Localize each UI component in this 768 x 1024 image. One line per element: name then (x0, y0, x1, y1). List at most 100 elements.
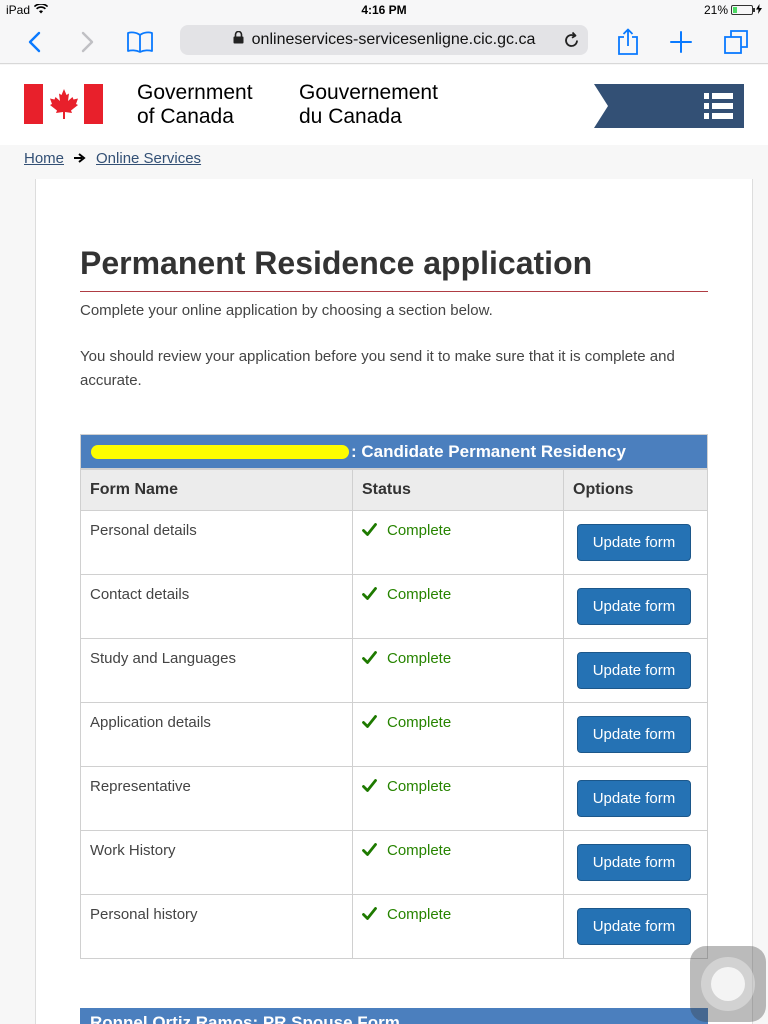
gov-en-line1: Government (137, 81, 253, 104)
form-name: Personal history (90, 906, 198, 923)
assistive-touch-button[interactable] (690, 946, 766, 1022)
table-row: Work History Complete Update form (80, 830, 708, 895)
options-cell: Update form (563, 702, 708, 767)
update-form-button[interactable]: Update form (577, 524, 691, 561)
status-cell: Complete (352, 766, 564, 831)
clock: 4:16 PM (361, 3, 407, 17)
gov-fr-line2: du Canada (299, 105, 402, 128)
gov-fr-line1: Gouvernement (299, 81, 438, 104)
table-row: Representative Complete Update form (80, 766, 708, 831)
form-name: Study and Languages (90, 650, 236, 667)
status-text: Complete (387, 714, 452, 731)
government-name-fr: Gouvernement du Canada (299, 81, 438, 129)
checkmark-icon (362, 779, 377, 797)
charging-icon (756, 3, 762, 17)
table-header-row: Form Name Status Options (80, 469, 708, 511)
forward-icon[interactable] (72, 26, 104, 58)
title-divider (80, 291, 708, 292)
table-row: Application details Complete Update form (80, 702, 708, 767)
update-form-button[interactable]: Update form (577, 588, 691, 625)
options-cell: Update form (563, 638, 708, 703)
status-text: Complete (387, 906, 452, 923)
status-text: Complete (387, 522, 452, 539)
form-name: Contact details (90, 586, 190, 603)
battery-fill (733, 7, 737, 13)
form-name: Personal details (90, 522, 197, 539)
form-name-cell: Study and Languages (80, 638, 353, 703)
column-header-form-name: Form Name (80, 469, 353, 511)
form-name-cell: Representative (80, 766, 353, 831)
status-cell: Complete (352, 894, 564, 959)
update-form-button[interactable]: Update form (577, 780, 691, 817)
form-name: Work History (90, 842, 176, 859)
browser-toolbar: onlineservices-servicesenligne.cic.gc.ca (0, 20, 768, 64)
table-row: Personal history Complete Update form (80, 894, 708, 959)
back-icon[interactable] (18, 26, 50, 58)
breadcrumb: Home Online Services (24, 150, 201, 167)
ios-status-bar: iPad 4:16 PM 21% (0, 0, 768, 20)
url-text: onlineservices-servicesenligne.cic.gc.ca (251, 31, 536, 48)
form-name-cell: Work History (80, 830, 353, 895)
status-cell: Complete (352, 830, 564, 895)
options-cell: Update form (563, 830, 708, 895)
status-text: Complete (387, 650, 452, 667)
intro-text: Complete your online application by choo… (80, 302, 493, 319)
application-section: : Candidate Permanent Residency Form Nam… (80, 434, 708, 959)
application-heading-text: : Candidate Permanent Residency (351, 441, 626, 461)
checkmark-icon (362, 843, 377, 861)
status-text: Complete (387, 842, 452, 859)
table-row: Contact details Complete Update form (80, 574, 708, 639)
next-application-heading: Ronnel Ortiz Ramos: PR Spouse Form (80, 1008, 708, 1024)
options-cell: Update form (563, 766, 708, 831)
update-form-button[interactable]: Update form (577, 908, 691, 945)
menu-button[interactable] (594, 84, 744, 128)
breadcrumb-online-services-link[interactable]: Online Services (96, 150, 201, 167)
form-name: Representative (90, 778, 191, 795)
tabs-icon[interactable] (720, 26, 752, 58)
options-cell: Update form (563, 894, 708, 959)
address-bar[interactable]: onlineservices-servicesenligne.cic.gc.ca (180, 25, 588, 55)
canada-flag-icon[interactable] (24, 84, 103, 124)
application-heading: : Candidate Permanent Residency (80, 434, 708, 469)
gov-en-line2: of Canada (137, 105, 234, 128)
government-name-en: Government of Canada (137, 81, 253, 129)
column-header-status: Status (352, 469, 564, 511)
table-row: Study and Languages Complete Update form (80, 638, 708, 703)
forms-table: Form Name Status Options Personal detail… (80, 469, 708, 959)
form-name-cell: Contact details (80, 574, 353, 639)
status-right: 21% (704, 3, 762, 17)
redacted-name-marker (91, 444, 349, 459)
update-form-button[interactable]: Update form (577, 716, 691, 753)
status-text: Complete (387, 586, 452, 603)
status-cell: Complete (352, 574, 564, 639)
update-form-button[interactable]: Update form (577, 844, 691, 881)
status-cell: Complete (352, 702, 564, 767)
site-header: Government of Canada Gouvernement du Can… (0, 65, 768, 145)
arrow-right-icon (74, 150, 86, 167)
share-icon[interactable] (612, 26, 644, 58)
form-name-cell: Application details (80, 702, 353, 767)
checkmark-icon (362, 907, 377, 925)
form-name-cell: Personal history (80, 894, 353, 959)
options-cell: Update form (563, 574, 708, 639)
checkmark-icon (362, 715, 377, 733)
form-name: Application details (90, 714, 211, 731)
menu-icon (704, 93, 733, 119)
page-title: Permanent Residence application (80, 245, 593, 281)
new-tab-icon[interactable] (665, 26, 697, 58)
status-text: Complete (387, 778, 452, 795)
battery-percent: 21% (703, 3, 728, 17)
battery-icon (731, 5, 755, 15)
status-cell: Complete (352, 510, 564, 575)
update-form-button[interactable]: Update form (577, 652, 691, 689)
table-row: Personal details Complete Update form (80, 510, 708, 575)
form-name-cell: Personal details (80, 510, 353, 575)
options-cell: Update form (563, 510, 708, 575)
lock-icon (233, 30, 244, 49)
checkmark-icon (362, 651, 377, 669)
checkmark-icon (362, 523, 377, 541)
reload-icon[interactable] (564, 31, 580, 54)
next-application-heading-text: Ronnel Ortiz Ramos: PR Spouse Form (90, 1013, 400, 1024)
bookmarks-icon[interactable] (124, 26, 156, 58)
breadcrumb-home-link[interactable]: Home (24, 150, 64, 167)
